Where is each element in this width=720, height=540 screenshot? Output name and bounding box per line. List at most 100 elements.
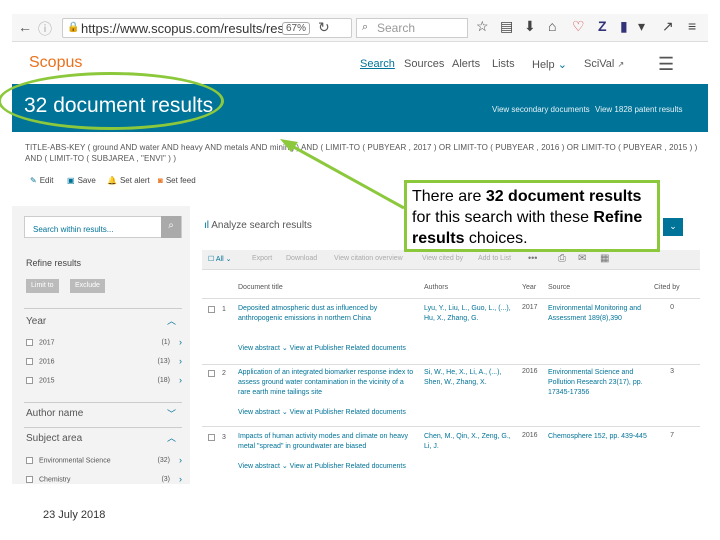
- citation-overview-button[interactable]: View citation overview: [334, 255, 403, 262]
- set-alert-label: Set alert: [119, 176, 150, 185]
- source-link[interactable]: Chemosphere 152, pp. 439-445: [548, 432, 658, 442]
- library-icon[interactable]: ▤: [500, 18, 513, 35]
- add-to-list-button[interactable]: Add to List: [478, 255, 511, 262]
- col-cited-header[interactable]: Cited by: [654, 284, 680, 291]
- export-button[interactable]: Export: [252, 255, 272, 262]
- filter-subject-envi[interactable]: Environmental Science (32) ›: [26, 455, 184, 465]
- highlight-ellipse: [0, 72, 224, 130]
- checkbox[interactable]: [26, 377, 33, 384]
- more-icon[interactable]: •••: [528, 253, 537, 263]
- checkbox[interactable]: [26, 339, 33, 346]
- reload-icon[interactable]: ↻: [318, 19, 330, 36]
- source-link[interactable]: Environmental Science and Pollution Rese…: [548, 368, 658, 398]
- chevron-up-icon[interactable]: ︿: [167, 314, 176, 327]
- authors-link[interactable]: Lyu, Y., Liu, L., Guo, L., (...), Hu, X.…: [424, 304, 520, 324]
- row-checkbox[interactable]: [208, 306, 215, 313]
- row-checkbox[interactable]: [208, 370, 215, 377]
- save-button[interactable]: ▣ Save: [67, 176, 96, 185]
- share-icon[interactable]: ↗: [662, 18, 674, 35]
- edit-button[interactable]: ✎ Edit: [30, 176, 54, 185]
- select-all-checkbox[interactable]: ☐ All ⌄: [208, 255, 231, 263]
- limit-to-button[interactable]: Limit to: [26, 279, 59, 293]
- checkbox[interactable]: [26, 476, 33, 483]
- email-icon[interactable]: ✉: [578, 253, 586, 264]
- chevron-right-icon[interactable]: ›: [179, 375, 182, 385]
- zotero-icon[interactable]: Z: [598, 18, 607, 34]
- back-arrow-icon[interactable]: ←: [18, 19, 32, 35]
- cited-count[interactable]: 3: [670, 368, 674, 375]
- result-actions[interactable]: View abstract ⌄ View at Publisher Relate…: [238, 408, 406, 416]
- col-title-header[interactable]: Document title: [238, 284, 283, 291]
- source-link[interactable]: Environmental Monitoring and Assessment …: [548, 304, 658, 324]
- col-year-header[interactable]: Year: [522, 284, 536, 291]
- exclude-button[interactable]: Exclude: [70, 279, 105, 293]
- col-authors-header[interactable]: Authors: [424, 284, 448, 291]
- set-feed-button[interactable]: ◙ Set feed: [158, 176, 196, 185]
- document-title-link[interactable]: Application of an integrated biomarker r…: [238, 368, 418, 398]
- row-checkbox[interactable]: [208, 434, 215, 441]
- subject-filter-heading[interactable]: Subject area: [26, 433, 82, 444]
- star-icon[interactable]: ☆: [476, 18, 489, 35]
- divider: [202, 364, 700, 365]
- hamburger-icon[interactable]: ≡: [688, 18, 696, 34]
- filter-year-2017[interactable]: 2017 (1) ›: [26, 337, 184, 347]
- chevron-right-icon[interactable]: ›: [179, 455, 182, 465]
- checkbox[interactable]: [26, 457, 33, 464]
- slide-date: 23 July 2018: [43, 509, 106, 521]
- bibliography-icon[interactable]: ▦: [600, 253, 609, 264]
- nav-search-link[interactable]: Search: [360, 58, 395, 70]
- nav-lists-link[interactable]: Lists: [492, 58, 515, 70]
- analyze-results-link[interactable]: ıl Analyze search results: [204, 220, 312, 231]
- reader-icon[interactable]: ▮: [620, 18, 628, 35]
- menu-icon[interactable]: ☰: [658, 54, 674, 75]
- nav-alerts-link[interactable]: Alerts: [452, 58, 480, 70]
- divider: [24, 402, 182, 403]
- col-source-header[interactable]: Source: [548, 284, 570, 291]
- info-icon[interactable]: ⓘ: [38, 19, 52, 39]
- home-icon[interactable]: ⌂: [548, 18, 556, 34]
- refine-panel: Search within results... ⌕ Refine result…: [12, 206, 190, 484]
- nav-scival-link[interactable]: SciVal ↗: [584, 58, 624, 70]
- download-icon[interactable]: ⬇: [524, 18, 536, 35]
- result-actions[interactable]: View abstract ⌄ View at Publisher Relate…: [238, 462, 406, 470]
- chevron-down-icon[interactable]: ﹀: [167, 407, 176, 420]
- menu-chevron-icon[interactable]: ▾: [638, 18, 645, 35]
- filter-year-2015[interactable]: 2015 (18) ›: [26, 375, 184, 385]
- zoom-indicator[interactable]: 67%: [282, 18, 311, 36]
- chevron-right-icon[interactable]: ›: [179, 337, 182, 347]
- cited-count[interactable]: 0: [670, 304, 674, 311]
- browser-search-placeholder: Search: [377, 21, 416, 35]
- external-link-icon: ↗: [617, 60, 625, 69]
- cited-count[interactable]: 7: [670, 432, 674, 439]
- filter-year-2016[interactable]: 2016 (13) ›: [26, 356, 184, 366]
- chevron-up-icon[interactable]: ︿: [167, 431, 176, 444]
- patent-results-link[interactable]: View 1828 patent results: [595, 105, 682, 114]
- search-within-input[interactable]: Search within results... ⌕: [24, 216, 182, 238]
- download-button[interactable]: Download: [286, 255, 317, 262]
- sort-dropdown[interactable]: ⌄: [663, 218, 683, 236]
- year-filter-heading[interactable]: Year: [26, 316, 46, 327]
- set-alert-button[interactable]: 🔔 Set alert: [107, 176, 150, 185]
- scopus-logo[interactable]: Scopus: [29, 54, 82, 72]
- print-icon[interactable]: ⎙: [558, 253, 566, 264]
- filter-label: Chemistry: [39, 476, 71, 484]
- document-title-link[interactable]: Deposited atmospheric dust as influenced…: [238, 304, 418, 324]
- secondary-documents-link[interactable]: View secondary documents: [492, 105, 590, 114]
- nav-sources-link[interactable]: Sources: [404, 58, 444, 70]
- document-title-link[interactable]: Impacts of human activity modes and clim…: [238, 432, 418, 452]
- cited-by-button[interactable]: View cited by: [422, 255, 463, 262]
- nav-help-link[interactable]: Help ⌄: [532, 58, 567, 71]
- author-filter-heading[interactable]: Author name: [26, 408, 83, 419]
- checkbox[interactable]: [26, 358, 33, 365]
- chevron-right-icon[interactable]: ›: [179, 474, 182, 484]
- search-within-button[interactable]: ⌕: [161, 216, 181, 238]
- pocket-icon[interactable]: ♡: [572, 18, 585, 35]
- authors-link[interactable]: Si, W., He, X., Li, A., (...), Shen, W.,…: [424, 368, 520, 388]
- chevron-right-icon[interactable]: ›: [179, 356, 182, 366]
- filter-label: 2017: [39, 339, 55, 347]
- browser-search-input[interactable]: ⌕ Search: [356, 18, 468, 38]
- filter-subject-chem[interactable]: Chemistry (3) ›: [26, 474, 184, 484]
- result-actions[interactable]: View abstract ⌄ View at Publisher Relate…: [238, 344, 406, 352]
- url-text: https://www.scopus.com/results/result: [81, 21, 298, 36]
- authors-link[interactable]: Chen, M., Qin, X., Zeng, G., Li, J.: [424, 432, 520, 452]
